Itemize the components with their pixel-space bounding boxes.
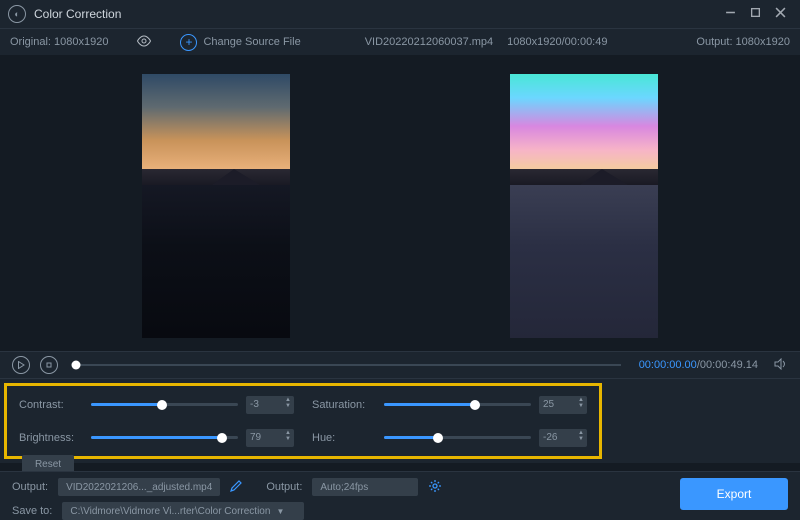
output-format-label: Output: (266, 481, 302, 493)
saturation-value-input[interactable]: 25 ▲▼ (539, 396, 587, 414)
contrast-value: -3 (250, 399, 259, 410)
close-button[interactable] (775, 7, 786, 21)
hue-slider-handle[interactable] (433, 433, 443, 443)
titlebar: ◐ Color Correction (0, 0, 800, 28)
output-filename: VID2022021206..._adjusted.mp4 (66, 482, 212, 493)
adjust-panel: Contrast: -3 ▲▼ Saturation: 25 ▲▼ (0, 378, 800, 463)
brightness-label: Brightness: (19, 432, 83, 444)
minimize-button[interactable] (725, 7, 736, 21)
plus-icon: + (180, 34, 197, 51)
source-dims-dur: 1080x1920/00:00:49 (507, 36, 607, 48)
brightness-control: Brightness: 79 ▲▼ (19, 425, 294, 450)
preview-output (510, 74, 658, 338)
toggle-original-eye-icon[interactable] (136, 35, 152, 50)
output-filename-field[interactable]: VID2022021206..._adjusted.mp4 (58, 478, 220, 496)
original-label: Original: 1080x1920 (10, 36, 108, 48)
timeline-scrubber[interactable] (76, 364, 621, 366)
brightness-value: 79 (250, 432, 261, 443)
hue-label: Hue: (312, 432, 376, 444)
preview-area (0, 55, 800, 351)
saturation-control: Saturation: 25 ▲▼ (312, 392, 587, 417)
transport-bar: 00:00:00.00/00:00:49.14 (0, 351, 800, 378)
maximize-button[interactable] (750, 7, 761, 21)
saturation-value: 25 (543, 399, 554, 410)
footer: Output: VID2022021206..._adjusted.mp4 Ou… (0, 471, 800, 520)
stepper-arrows-icon[interactable]: ▲▼ (578, 430, 584, 442)
adjust-highlight-box: Contrast: -3 ▲▼ Saturation: 25 ▲▼ (4, 383, 602, 459)
time-duration: 00:00:49.14 (700, 359, 758, 371)
save-path-select[interactable]: C:\Vidmore\Vidmore Vi...rter\Color Corre… (62, 502, 304, 520)
edit-filename-pencil-icon[interactable] (230, 480, 242, 495)
volume-icon[interactable] (774, 358, 788, 373)
brightness-slider-handle[interactable] (217, 433, 227, 443)
app-logo-icon: ◐ (8, 5, 26, 23)
change-source-button[interactable]: + Change Source File (180, 34, 300, 51)
stop-button[interactable] (40, 356, 58, 374)
stepper-arrows-icon[interactable]: ▲▼ (285, 430, 291, 442)
contrast-slider-handle[interactable] (157, 400, 167, 410)
source-filename: VID20220212060037.mp4 (365, 36, 493, 48)
brightness-value-input[interactable]: 79 ▲▼ (246, 429, 294, 447)
source-file-info: VID20220212060037.mp4 1080x1920/00:00:49 (365, 36, 608, 48)
hue-value-input[interactable]: -26 ▲▼ (539, 429, 587, 447)
brightness-slider[interactable] (91, 436, 238, 439)
saturation-slider[interactable] (384, 403, 531, 406)
scrubber-handle[interactable] (72, 361, 81, 370)
time-current: 00:00:00.00 (639, 359, 697, 371)
contrast-control: Contrast: -3 ▲▼ (19, 392, 294, 417)
output-format-select[interactable]: Auto;24fps (312, 478, 418, 496)
export-button[interactable]: Export (680, 478, 788, 510)
preview-original (142, 74, 290, 338)
output-settings-gear-icon[interactable] (428, 479, 442, 496)
output-file-label: Output: (12, 481, 48, 493)
time-display: 00:00:00.00/00:00:49.14 (639, 359, 758, 371)
output-label: Output: 1080x1920 (696, 36, 790, 48)
saturation-label: Saturation: (312, 399, 376, 411)
save-to-label: Save to: (12, 505, 52, 517)
change-source-label: Change Source File (203, 36, 300, 48)
source-bar: Original: 1080x1920 + Change Source File… (0, 28, 800, 55)
window-title: Color Correction (34, 7, 121, 21)
hue-value: -26 (543, 432, 557, 443)
hue-control: Hue: -26 ▲▼ (312, 425, 587, 450)
output-format-value: Auto;24fps (320, 482, 368, 493)
contrast-value-input[interactable]: -3 ▲▼ (246, 396, 294, 414)
hue-slider[interactable] (384, 436, 531, 439)
window-controls (725, 7, 792, 21)
saturation-slider-handle[interactable] (470, 400, 480, 410)
save-path: C:\Vidmore\Vidmore Vi...rter\Color Corre… (70, 506, 270, 517)
contrast-slider[interactable] (91, 403, 238, 406)
stepper-arrows-icon[interactable]: ▲▼ (578, 397, 584, 409)
contrast-label: Contrast: (19, 399, 83, 411)
play-button[interactable] (12, 356, 30, 374)
chevron-down-icon: ▼ (276, 507, 284, 516)
stepper-arrows-icon[interactable]: ▲▼ (285, 397, 291, 409)
